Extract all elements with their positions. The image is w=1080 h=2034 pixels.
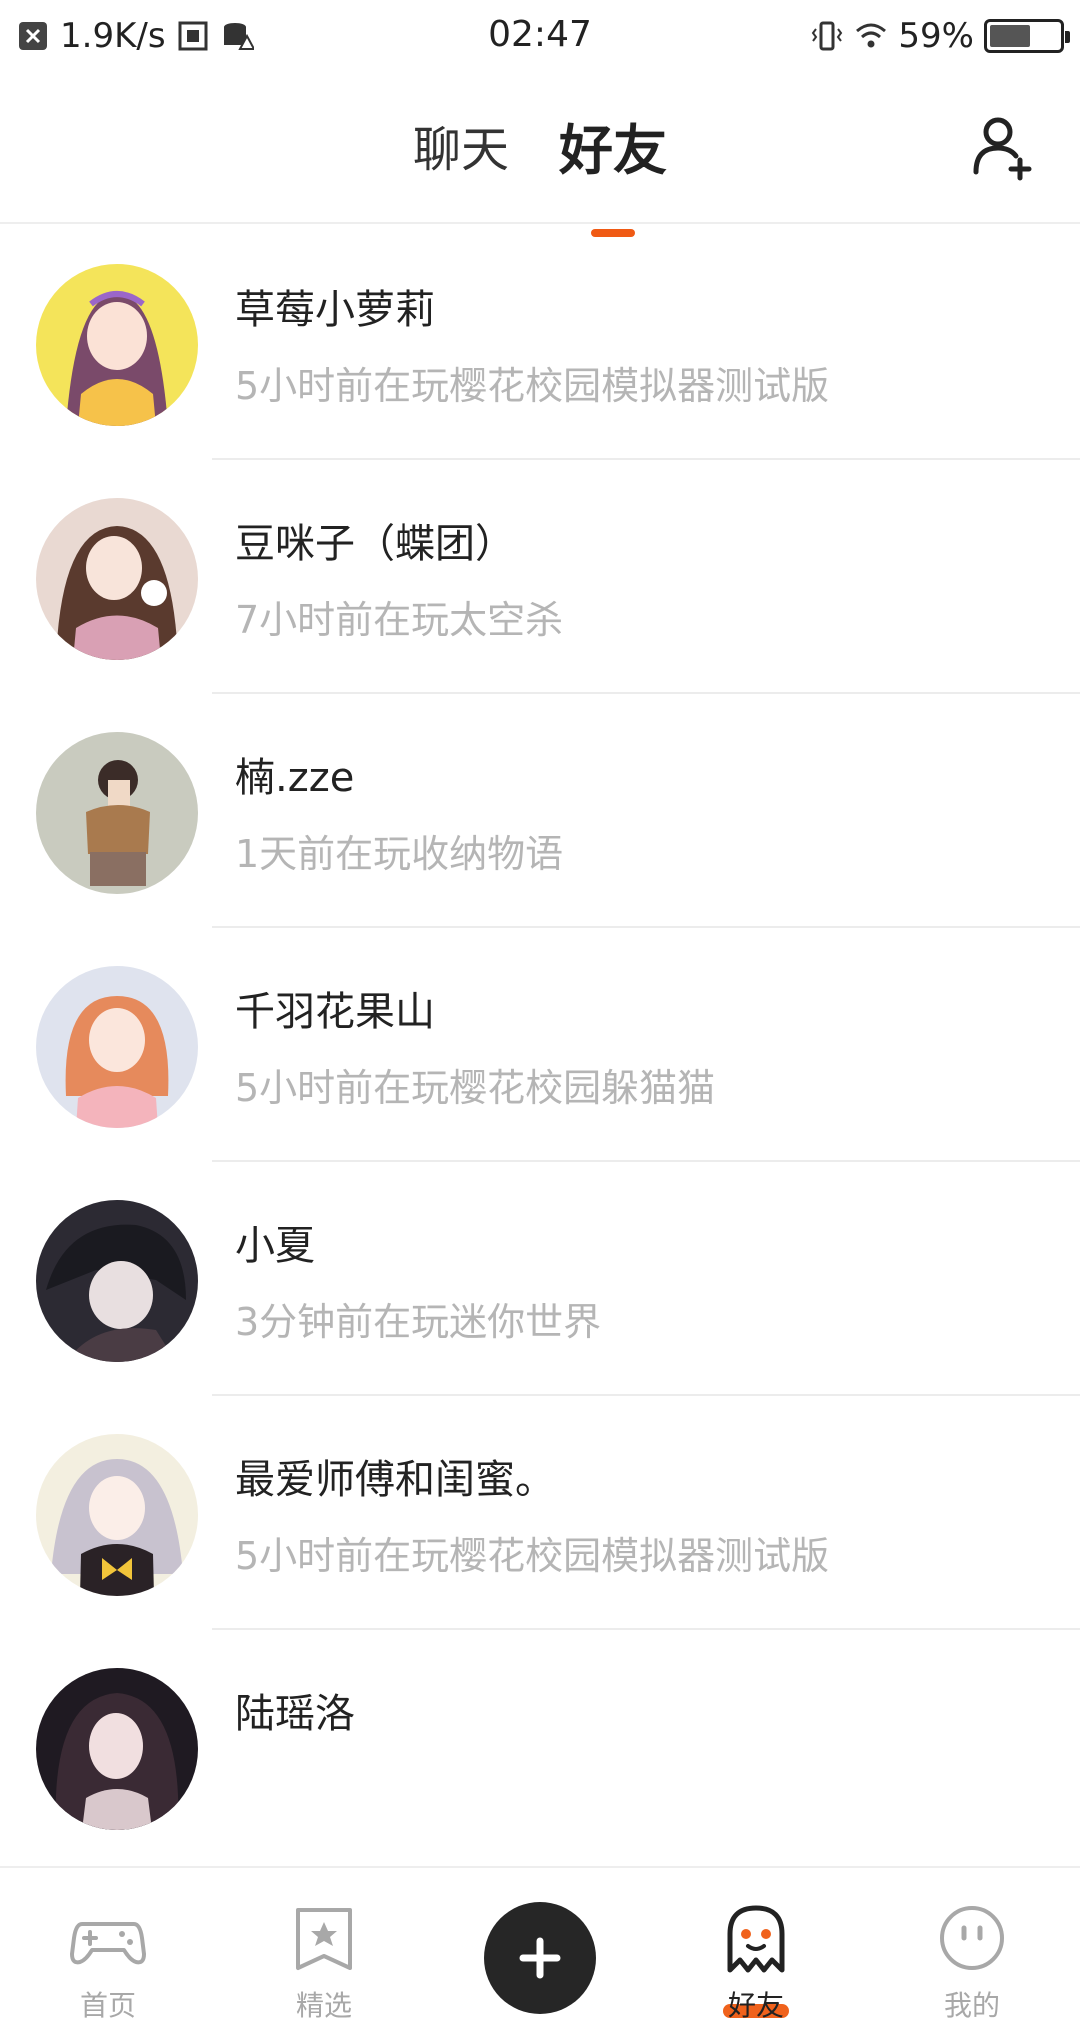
avatar bbox=[36, 732, 198, 894]
friend-activity: 7小时前在玩太空杀 bbox=[235, 598, 564, 642]
friend-info: 陆瑶洛 bbox=[235, 1686, 1060, 1764]
friend-row[interactable]: 千羽花果山 5小时前在玩樱花校园躲猫猫 bbox=[0, 928, 1080, 1162]
battery-level bbox=[990, 25, 1031, 47]
friend-row[interactable]: 草莓小萝莉 5小时前在玩樱花校园模拟器测试版 bbox=[0, 226, 1080, 460]
person-add-icon[interactable] bbox=[970, 112, 1040, 182]
gamepad-icon bbox=[70, 1922, 146, 1965]
avatar bbox=[36, 1200, 198, 1362]
nav-home[interactable]: 首页 bbox=[0, 1868, 216, 2034]
header: 聊天 好友 bbox=[0, 72, 1080, 237]
friend-name: 陆瑶洛 bbox=[235, 1691, 355, 1737]
bottom-nav: 首页 精选 好友 我的 bbox=[0, 1866, 1080, 2034]
friend-activity: 1天前在玩收纳物语 bbox=[235, 832, 564, 876]
plus-icon bbox=[519, 1937, 561, 1979]
friend-activity: 3分钟前在玩迷你世界 bbox=[235, 1300, 602, 1344]
smiley-face-icon bbox=[940, 1906, 1004, 1970]
friend-list: 草莓小萝莉 5小时前在玩樱花校园模拟器测试版 豆咪子（蝶团） 7小时前在玩太空杀 bbox=[0, 226, 1080, 1864]
friend-row[interactable]: 小夏 3分钟前在玩迷你世界 bbox=[0, 1162, 1080, 1396]
avatar bbox=[36, 264, 198, 426]
friend-name: 草莓小萝莉 bbox=[235, 287, 435, 333]
nav-me[interactable]: 我的 bbox=[864, 1868, 1080, 2034]
avatar bbox=[36, 1668, 198, 1830]
friend-activity: 5小时前在玩樱花校园躲猫猫 bbox=[235, 1066, 716, 1110]
friend-info: 最爱师傅和闺蜜。 5小时前在玩樱花校园模拟器测试版 bbox=[235, 1452, 1060, 1582]
friend-row[interactable]: 楠.zze 1天前在玩收纳物语 bbox=[0, 694, 1080, 928]
friend-info: 豆咪子（蝶团） 7小时前在玩太空杀 bbox=[235, 516, 1060, 646]
friend-name: 小夏 bbox=[235, 1223, 315, 1269]
nav-label: 精选 bbox=[295, 1989, 352, 2022]
friend-name: 最爱师傅和闺蜜。 bbox=[235, 1457, 555, 1503]
status-bar: 1.9K/s 02:47 59% bbox=[0, 0, 1080, 72]
friend-info: 小夏 3分钟前在玩迷你世界 bbox=[235, 1218, 1060, 1348]
friend-activity: 5小时前在玩樱花校园模拟器测试版 bbox=[235, 1534, 830, 1578]
nav-label: 好友 bbox=[727, 1989, 784, 2022]
friend-row[interactable]: 最爱师傅和闺蜜。 5小时前在玩樱花校园模拟器测试版 bbox=[0, 1396, 1080, 1630]
star-bookmark-icon bbox=[296, 1908, 352, 1970]
tab-friends[interactable]: 好友 bbox=[559, 106, 667, 237]
nav-label: 首页 bbox=[79, 1989, 136, 2022]
tab-chat[interactable]: 聊天 bbox=[413, 110, 509, 189]
friend-info: 草莓小萝莉 5小时前在玩樱花校园模拟器测试版 bbox=[235, 282, 1060, 412]
nav-friends[interactable]: 好友 bbox=[648, 1868, 864, 2034]
friend-name: 千羽花果山 bbox=[235, 989, 435, 1035]
friend-info: 千羽花果山 5小时前在玩樱花校园躲猫猫 bbox=[235, 984, 1060, 1114]
friend-row[interactable]: 陆瑶洛 bbox=[0, 1630, 1080, 1864]
nav-create[interactable] bbox=[432, 1868, 648, 2034]
nav-label: 我的 bbox=[943, 1989, 1000, 2022]
avatar bbox=[36, 498, 198, 660]
ghost-icon bbox=[727, 1905, 785, 1973]
tab-friends-label: 好友 bbox=[559, 119, 667, 182]
friend-info: 楠.zze 1天前在玩收纳物语 bbox=[235, 750, 1060, 880]
friend-name: 豆咪子（蝶团） bbox=[235, 521, 515, 567]
clock: 02:47 bbox=[488, 14, 592, 55]
nav-featured[interactable]: 精选 bbox=[216, 1868, 432, 2034]
avatar bbox=[36, 1434, 198, 1596]
friend-row[interactable]: 豆咪子（蝶团） 7小时前在玩太空杀 bbox=[0, 460, 1080, 694]
avatar bbox=[36, 966, 198, 1128]
tab-bar: 聊天 好友 bbox=[0, 110, 1080, 237]
battery-icon bbox=[984, 19, 1070, 53]
friend-activity: 5小时前在玩樱花校园模拟器测试版 bbox=[235, 364, 830, 408]
friend-name: 楠.zze bbox=[235, 755, 355, 801]
create-button[interactable] bbox=[484, 1902, 596, 2014]
